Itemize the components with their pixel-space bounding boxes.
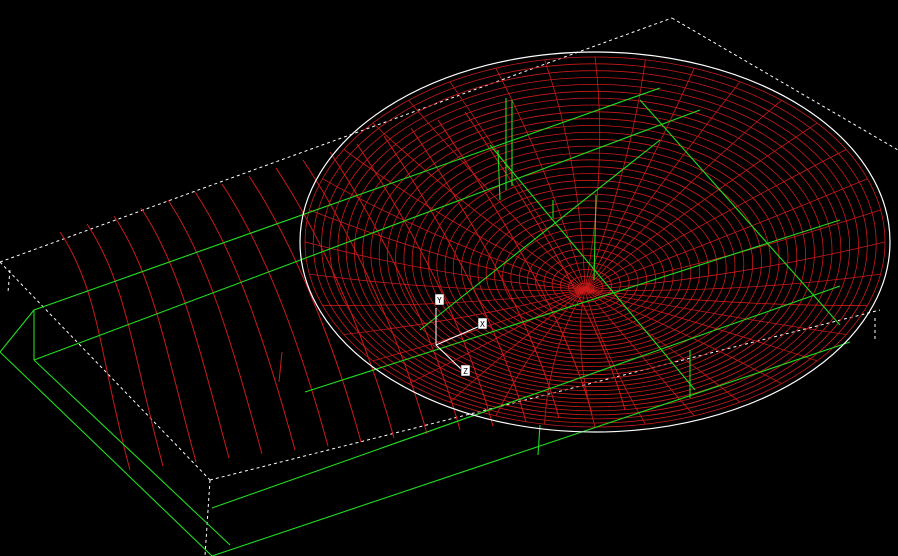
frame-edge: [211, 341, 851, 556]
terrain-mesh: [59, 111, 626, 471]
frame-edge: [33, 109, 701, 361]
3d-viewport[interactable]: Y X Z: [0, 0, 898, 556]
svg-text:X: X: [480, 320, 485, 329]
mesh-ring: [403, 138, 780, 379]
mesh-ring: [370, 111, 815, 396]
terrain-curve: [59, 231, 131, 471]
bbox-edge: [671, 17, 898, 151]
svg-text:Z: Z: [463, 367, 468, 376]
frame-edge: [33, 359, 231, 546]
terrain-curve: [275, 167, 395, 439]
svg-text:Y: Y: [437, 296, 442, 305]
frame-edge: [0, 87, 661, 353]
terrain-curve: [113, 215, 197, 463]
terrain-tick: [278, 351, 283, 383]
bbox-edge: [0, 261, 211, 481]
terrain-curve: [221, 183, 329, 447]
mesh-ring: [329, 77, 859, 416]
frame-edge: [0, 351, 213, 556]
bbox-edge: [204, 479, 211, 556]
terrain-curve: [167, 199, 263, 455]
terrain-curve: [194, 191, 296, 451]
bbox-edge: [7, 269, 11, 293]
axis-y-marker: Y: [434, 293, 445, 306]
mesh-spoke: [584, 289, 695, 417]
axis-z-marker: Z: [460, 364, 471, 377]
frame-edge: [489, 144, 696, 391]
vertical-post: [497, 149, 501, 201]
axis-x-marker: X: [477, 317, 488, 330]
vertical-post: [537, 424, 541, 456]
terrain-curve: [86, 223, 164, 467]
